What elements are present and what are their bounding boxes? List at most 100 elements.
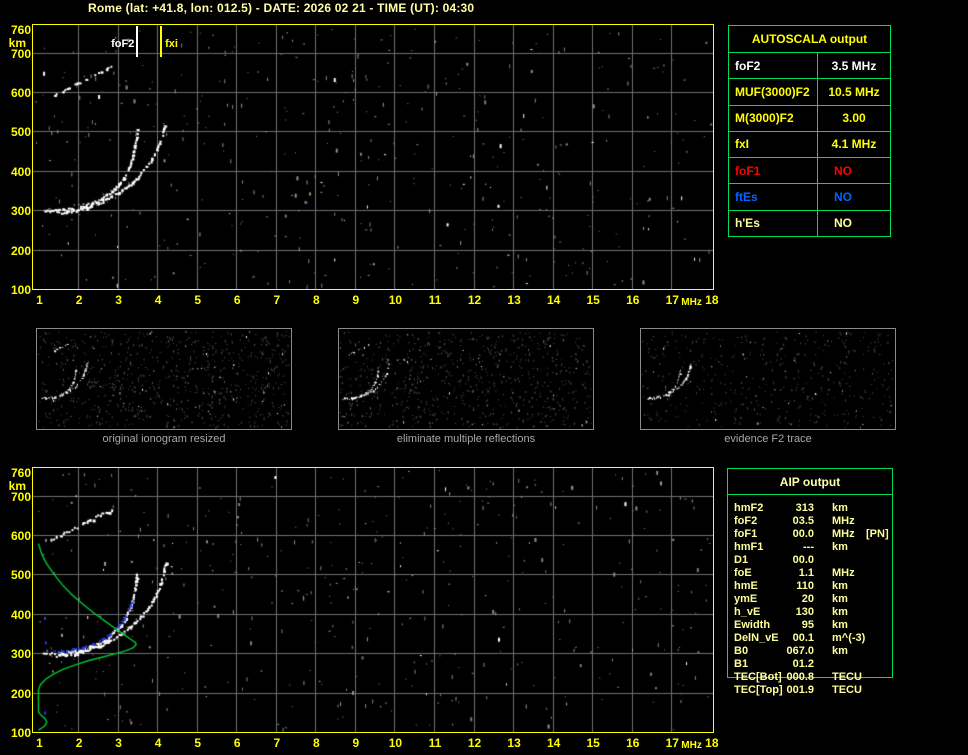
aip-param-value: 067.0 [786, 645, 814, 657]
thumbnail-eliminate-canvas [339, 329, 593, 429]
y-tick-label: 200 [10, 686, 31, 701]
aip-row: TEC[Bot] 000.8 TECU [728, 671, 894, 683]
x-tick-label: 1 [36, 293, 43, 307]
aip-param-label: foE [734, 567, 752, 579]
aip-param-unit: TECU [832, 671, 862, 683]
autoscala-table: AUTOSCALA output foF2 3.5 MHz MUF(3000)F2 1… [728, 25, 891, 237]
aip-row: B1 01.2 [728, 658, 894, 670]
autoscala-param-value: 3.00 [842, 111, 866, 126]
x-tick-label: 11 [428, 293, 442, 307]
autoscala-table-header: AUTOSCALA output [729, 26, 890, 53]
aip-param-value: 00.0 [792, 528, 814, 540]
autoscala-param-label: h'Es [729, 210, 818, 236]
autoscala-param-value: NO [834, 216, 852, 231]
aip-param-value: 95 [801, 619, 814, 631]
x-tick-label: 8 [313, 293, 320, 307]
aip-param-unit: km [832, 580, 848, 592]
fof2-marker-line [136, 26, 139, 57]
aip-param-unit: km [832, 593, 848, 605]
aip-param-label: D1 [734, 554, 749, 566]
aip-row: foE 1.1 MHz [728, 567, 894, 579]
thumbnail-caption: evidence F2 trace [724, 433, 812, 445]
autoscala-param-value: 4.1 MHz [831, 137, 877, 152]
x-tick-label: 3 [115, 736, 122, 750]
autoscala-row: foF2 3.5 MHz [729, 53, 890, 80]
autoscala-param-label: foF1 [729, 158, 818, 184]
autoscala-row: fxI 4.1 MHz [729, 131, 890, 159]
aip-param-value: 130 [795, 606, 814, 618]
x-tick-label: 14 [546, 736, 561, 750]
top-ionogram-plot [32, 24, 714, 290]
y-tick-label: 100 [10, 283, 31, 297]
x-tick-label: 16 [626, 293, 640, 307]
y-tick-label: 760 [10, 22, 31, 37]
autoscala-param-label: fxI [729, 131, 818, 158]
fxi-marker-label: fxi [165, 38, 178, 50]
thumbnail-caption: original ionogram resized [102, 433, 226, 445]
aip-param-unit: km [832, 606, 848, 618]
aip-row: hmE 110 km [728, 580, 894, 592]
aip-param-unit: MHz [832, 528, 855, 540]
x-tick-label: 6 [233, 293, 241, 307]
aip-param-label: B0 [734, 645, 749, 657]
y-tick-label: 700 [10, 489, 31, 504]
aip-param-unit: km [832, 619, 848, 631]
aip-param-value: 00.0 [792, 554, 814, 566]
autoscala-param-value: NO [834, 163, 852, 178]
y-tick-label: 300 [10, 204, 31, 219]
autoscala-row: M(3000)F2 3.00 [729, 105, 890, 132]
aip-row: Ewidth 95 km [728, 619, 894, 631]
aip-row: h_vE 130 km [728, 606, 894, 618]
aip-param-unit: m^(-3) [832, 632, 866, 644]
x-tick-label: 9 [352, 736, 360, 750]
aip-row: D1 00.0 [728, 554, 894, 566]
x-tick-label: 7 [273, 736, 281, 750]
aip-param-value: 01.2 [792, 658, 814, 670]
mhz-axis-unit: MHz [681, 297, 702, 308]
aip-param-value: --- [803, 541, 814, 553]
x-tick-label: 2 [75, 293, 83, 307]
x-tick-label: 15 [586, 736, 600, 750]
aip-param-unit: MHz [832, 567, 855, 579]
x-tick-label: 9 [352, 293, 360, 307]
y-tick-label: 400 [10, 607, 31, 622]
fxi-marker-line [160, 26, 163, 57]
bottom-ionogram-plot [32, 467, 714, 733]
aip-row: foF2 03.5 MHz [728, 515, 894, 527]
aip-table-header: AIP output [728, 469, 892, 495]
x-tick-label: 10 [388, 293, 403, 307]
x-tick-label: 16 [626, 736, 640, 750]
aip-row: B0 067.0 km [728, 645, 894, 657]
autoscala-param-value: 10.5 MHz [828, 84, 880, 99]
y-tick-label: 700 [10, 46, 31, 61]
autoscala-param-label: foF2 [729, 53, 818, 79]
y-tick-label: 300 [10, 647, 31, 662]
station-title: Rome (lat: +41.8, lon: 012.5) - DATE: 20… [88, 1, 475, 15]
fof2-marker-label: foF2 [111, 38, 135, 50]
thumbnail-caption: eliminate multiple reflections [396, 433, 536, 445]
x-tick-label: 15 [586, 293, 600, 307]
bottom-ionogram-canvas [33, 468, 713, 732]
x-tick-label: 7 [273, 293, 281, 307]
x-tick-label: 5 [194, 293, 202, 307]
autoscala-row: foF1 NO [729, 158, 890, 185]
aip-param-unit: km [832, 645, 848, 657]
x-tick-label: 6 [233, 736, 241, 750]
aip-param-value: 313 [795, 502, 814, 514]
x-tick-label: 14 [546, 293, 561, 307]
x-tick-label: 1 [36, 736, 43, 750]
x-tick-label: 3 [115, 293, 122, 307]
x-tick-label: 18 [705, 736, 719, 750]
aip-param-value: 110 [796, 580, 814, 592]
y-tick-label: 400 [10, 164, 31, 179]
aip-row: hmF1 --- km [728, 541, 894, 553]
x-tick-label: 18 [705, 293, 719, 307]
aip-param-value: 20 [801, 593, 814, 605]
aip-param-note: [PN] [866, 528, 889, 540]
aip-param-value: 000.8 [786, 671, 814, 683]
aip-table: AIP output hmF2 313 km foF2 03.5 MHz foF1 00.0 M… [727, 468, 894, 696]
x-tick-label: 4 [154, 736, 162, 750]
aip-param-label: B1 [734, 658, 749, 670]
x-tick-label: 8 [313, 736, 320, 750]
x-tick-label: 10 [388, 736, 403, 750]
